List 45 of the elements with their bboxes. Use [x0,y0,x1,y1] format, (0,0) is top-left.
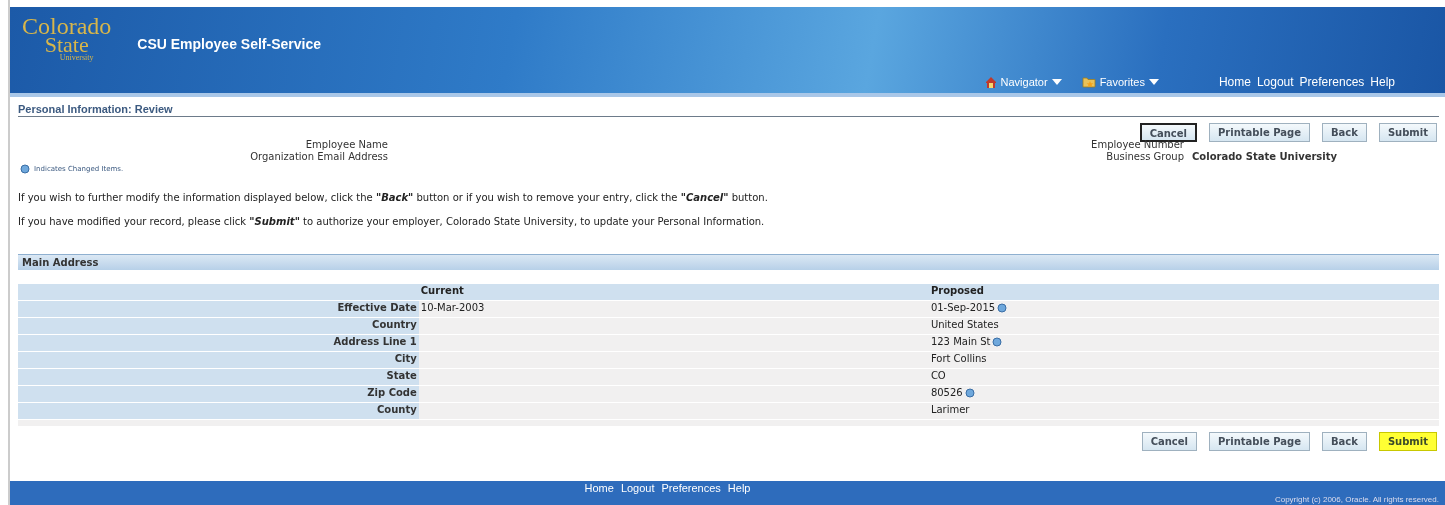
table-cell: Larimer [930,404,970,415]
logo-text: University [59,55,94,62]
field-label: Business Group [1105,151,1184,162]
caret-icon [1051,79,1062,85]
table-cell: CO [930,370,946,381]
field-label: Employee Name [305,139,388,150]
action-button[interactable]: Submit [1378,123,1437,142]
footer-link[interactable]: Logout [620,482,655,494]
page-title: Personal Information: Review [18,97,1439,117]
footer-link[interactable]: Preferences [661,482,721,494]
column-header: Proposed [928,284,1439,301]
header-link[interactable]: Home [1218,75,1251,89]
house-icon [984,76,997,88]
field-label: Employee Number [1090,139,1184,150]
action-button[interactable]: Submit [1378,432,1437,451]
instruction-text: If you have modified your record, please click "Submit" to authorize your employer, Colorado State University, to update your Personal Information. [18,216,766,227]
column-header: Current [418,284,929,301]
action-button[interactable]: Back [1321,432,1367,451]
section-header: Main Address [18,254,1439,270]
caret-icon [1148,79,1159,85]
instruction-text: If you wish to further modify the information displayed below, click the "Back" button or if you wish to remove your entry, click the "Cancel" button. [18,192,769,203]
table-cell: 123 Main St [930,336,991,347]
menu-button[interactable]: Navigator [984,76,1062,88]
menu-button[interactable]: Favorites [1081,76,1159,88]
field-value: Colorado State University [1192,151,1338,162]
changed-icon [20,164,30,174]
action-button[interactable]: Cancel [1141,432,1197,451]
action-button[interactable]: Printable Page [1209,432,1310,451]
header-link[interactable]: Logout [1256,75,1294,89]
footer-link[interactable]: Help [727,482,751,494]
action-button[interactable]: Back [1321,123,1367,142]
footer-link[interactable]: Home [584,482,614,494]
header-link[interactable]: Help [1370,75,1395,89]
field-label: Organization Email Address [250,151,388,162]
table-cell: United States [930,319,999,330]
table-cell: 01-Sep-2015 [930,302,996,313]
action-button[interactable]: Printable Page [1209,123,1310,142]
app-title: CSU Employee Self-Service [137,36,321,52]
copyright-text: Copyright (c) 2006, Oracle. All rights reserved. [1274,495,1439,504]
action-button[interactable]: Cancel [1139,123,1197,142]
folder-icon [1081,76,1096,88]
logo-text: Colorado [22,16,112,37]
table-cell: Fort Collins [930,353,987,364]
header-link[interactable]: Preferences [1299,75,1365,89]
table-cell: 80526 [930,387,963,398]
